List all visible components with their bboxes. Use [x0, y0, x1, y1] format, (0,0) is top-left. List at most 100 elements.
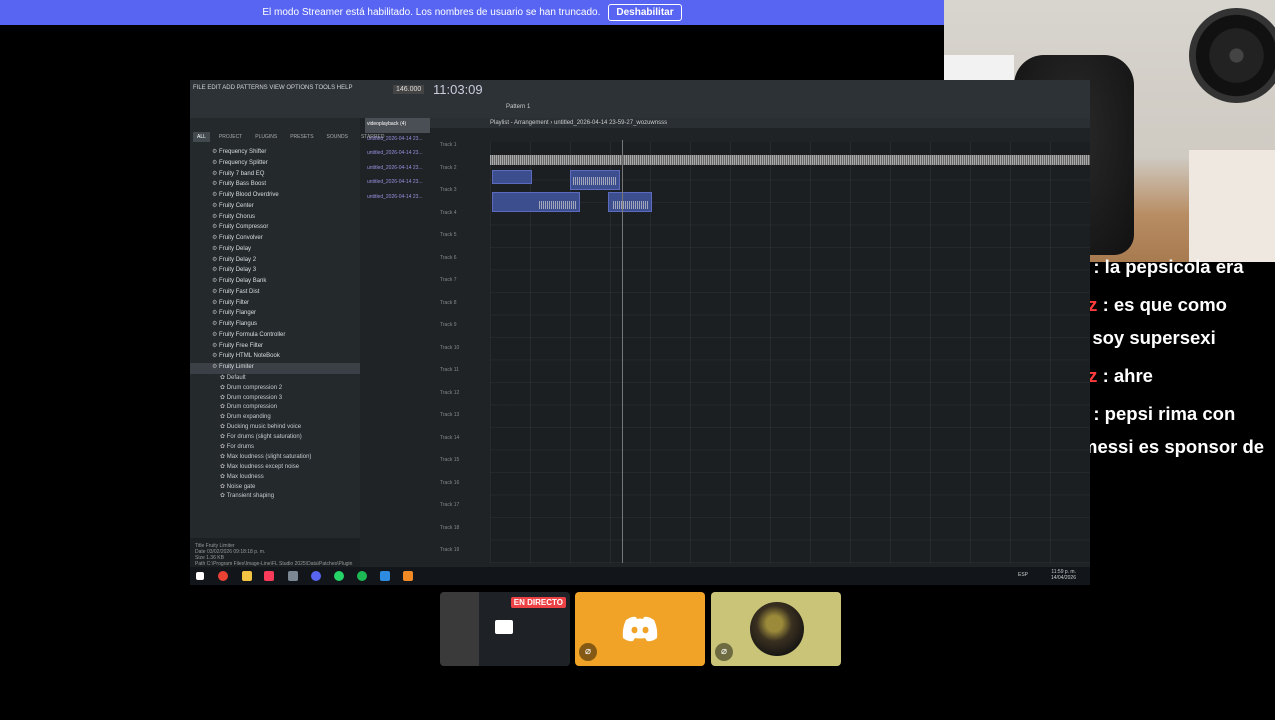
- plugin-item[interactable]: Fruity Flangus: [190, 320, 360, 331]
- track-label[interactable]: Track 15: [438, 457, 490, 480]
- plugin-item[interactable]: Frequency Splitter: [190, 159, 360, 170]
- bpm-display[interactable]: 146.000: [393, 85, 425, 94]
- start-icon[interactable]: [196, 572, 204, 580]
- screen-share-icon: [495, 620, 513, 634]
- playlist-grid[interactable]: [490, 142, 1090, 563]
- browser-tab[interactable]: PLUGINS: [251, 132, 281, 142]
- audio-clip[interactable]: [492, 170, 532, 184]
- app-icon[interactable]: [380, 571, 390, 581]
- preset-item[interactable]: Drum compression 3: [190, 394, 360, 404]
- plugin-item[interactable]: Fruity Center: [190, 202, 360, 213]
- track-label[interactable]: Track 5: [438, 232, 490, 255]
- plugin-item[interactable]: Fruity Blood Overdrive: [190, 191, 360, 202]
- channel-list: videoplayback (4) untitled_2026-04-14 23.…: [365, 118, 430, 563]
- plugin-item[interactable]: Fruity 7 band EQ: [190, 170, 360, 181]
- plugin-item[interactable]: Fruity Delay: [190, 245, 360, 256]
- disable-streamer-mode-button[interactable]: Deshabilitar: [608, 4, 682, 21]
- browser-tab[interactable]: SOUNDS: [323, 132, 352, 142]
- streamer-mode-banner: El modo Streamer está habilitado. Los no…: [0, 0, 944, 25]
- track-label[interactable]: Track 3: [438, 187, 490, 210]
- spotify-icon[interactable]: [357, 571, 367, 581]
- chat-text: : la pepsicola era: [1088, 256, 1244, 277]
- music-icon[interactable]: [264, 571, 274, 581]
- plugin-item[interactable]: Fruity Chorus: [190, 213, 360, 224]
- input-language[interactable]: ESP: [1018, 572, 1028, 578]
- plugin-item[interactable]: Fruity Delay 2: [190, 256, 360, 267]
- track-label[interactable]: Track 8: [438, 300, 490, 323]
- channel-item[interactable]: untitled_2026-04-14 23...: [365, 133, 430, 148]
- channel-item[interactable]: untitled_2026-04-14 23...: [365, 162, 430, 177]
- preset-item[interactable]: Drum compression 2: [190, 384, 360, 394]
- audio-clip[interactable]: [608, 192, 652, 212]
- track-label[interactable]: Track 14: [438, 435, 490, 458]
- audio-clip-track1[interactable]: [490, 155, 1090, 165]
- avatar: [750, 602, 804, 656]
- preset-item[interactable]: Max loudness except noise: [190, 463, 360, 473]
- browser-tab[interactable]: PROJECT: [215, 132, 246, 142]
- track-label[interactable]: Track 6: [438, 255, 490, 278]
- app-icon[interactable]: [288, 571, 298, 581]
- windows-taskbar: ESP 11:59 p. m. 14/04/2026: [190, 567, 1090, 585]
- plugin-item[interactable]: Fruity Bass Boost: [190, 180, 360, 191]
- discord-user-tile[interactable]: ⌀: [575, 592, 705, 666]
- browser-tab[interactable]: PRESETS: [286, 132, 317, 142]
- preset-item[interactable]: Max loudness: [190, 473, 360, 483]
- plugin-item[interactable]: Fruity Formula Controller: [190, 331, 360, 342]
- preset-item[interactable]: Default: [190, 374, 360, 384]
- preset-item[interactable]: For drums (slight saturation): [190, 433, 360, 443]
- fl-studio-taskbar-icon[interactable]: [403, 571, 413, 581]
- track-label[interactable]: Track 18: [438, 525, 490, 548]
- chrome-icon[interactable]: [218, 571, 228, 581]
- channel-item[interactable]: videoplayback (4): [365, 118, 430, 133]
- avatar-user-tile[interactable]: ⌀: [711, 592, 841, 666]
- screen-share-tile[interactable]: EN DIRECTO: [440, 592, 570, 666]
- plugin-item[interactable]: Fruity Compressor: [190, 223, 360, 234]
- plugin-item[interactable]: Fruity HTML NoteBook: [190, 352, 360, 363]
- browser-tabs: ALL PROJECT PLUGINS PRESETS SOUNDS STARRED: [190, 132, 388, 142]
- playhead[interactable]: [622, 140, 623, 563]
- audio-clip[interactable]: [492, 192, 580, 212]
- track-label[interactable]: Track 16: [438, 480, 490, 503]
- plugin-item[interactable]: Fruity Convolver: [190, 234, 360, 245]
- whatsapp-icon[interactable]: [334, 571, 344, 581]
- channel-item[interactable]: untitled_2026-04-14 23...: [365, 176, 430, 191]
- plugin-item[interactable]: Fruity Free Filter: [190, 342, 360, 353]
- track-label[interactable]: Track 10: [438, 345, 490, 368]
- plugin-item[interactable]: Frequency Shifter: [190, 148, 360, 159]
- preset-item[interactable]: Transient shaping: [190, 492, 360, 502]
- file-explorer-icon[interactable]: [242, 571, 252, 581]
- discord-taskbar-icon[interactable]: [311, 571, 321, 581]
- audio-clip[interactable]: [570, 170, 620, 190]
- track-label[interactable]: Track 7: [438, 277, 490, 300]
- pattern-selector[interactable]: Pattern 1: [506, 104, 530, 110]
- fan: [1189, 8, 1275, 103]
- browser-tab[interactable]: ALL: [193, 132, 210, 142]
- track-label[interactable]: Track 9: [438, 322, 490, 345]
- live-badge: EN DIRECTO: [510, 597, 566, 608]
- plugin-item[interactable]: Fruity Delay 3: [190, 266, 360, 277]
- preset-item[interactable]: Noise gate: [190, 483, 360, 493]
- track-label[interactable]: Track 12: [438, 390, 490, 413]
- plugin-item[interactable]: Fruity Filter: [190, 299, 360, 310]
- taskbar-clock[interactable]: 11:59 p. m. 14/04/2026: [1051, 569, 1076, 581]
- desk: [1189, 150, 1275, 262]
- preset-item[interactable]: For drums: [190, 443, 360, 453]
- track-label[interactable]: Track 4: [438, 210, 490, 233]
- preset-item[interactable]: Ducking music behind voice: [190, 423, 360, 433]
- channel-item[interactable]: untitled_2026-04-14 23...: [365, 191, 430, 206]
- plugin-item[interactable]: Fruity Limiter: [190, 363, 360, 374]
- track-label[interactable]: Track 1: [438, 142, 490, 165]
- plugin-item[interactable]: Fruity Flanger: [190, 309, 360, 320]
- channel-item[interactable]: untitled_2026-04-14 23...: [365, 147, 430, 162]
- track-label[interactable]: Track 11: [438, 367, 490, 390]
- plugin-item[interactable]: Fruity Delay Bank: [190, 277, 360, 288]
- track-label[interactable]: Track 17: [438, 502, 490, 525]
- fl-menu[interactable]: FILE EDIT ADD PATTERNS VIEW OPTIONS TOOL…: [193, 85, 352, 91]
- preset-item[interactable]: Drum expanding: [190, 413, 360, 423]
- track-label[interactable]: Track 13: [438, 412, 490, 435]
- track-label[interactable]: Track 2: [438, 165, 490, 188]
- preset-item[interactable]: Max loudness (slight saturation): [190, 453, 360, 463]
- banner-text: El modo Streamer está habilitado. Los no…: [262, 7, 601, 18]
- preset-item[interactable]: Drum compression: [190, 403, 360, 413]
- plugin-item[interactable]: Fruity Fast Dist: [190, 288, 360, 299]
